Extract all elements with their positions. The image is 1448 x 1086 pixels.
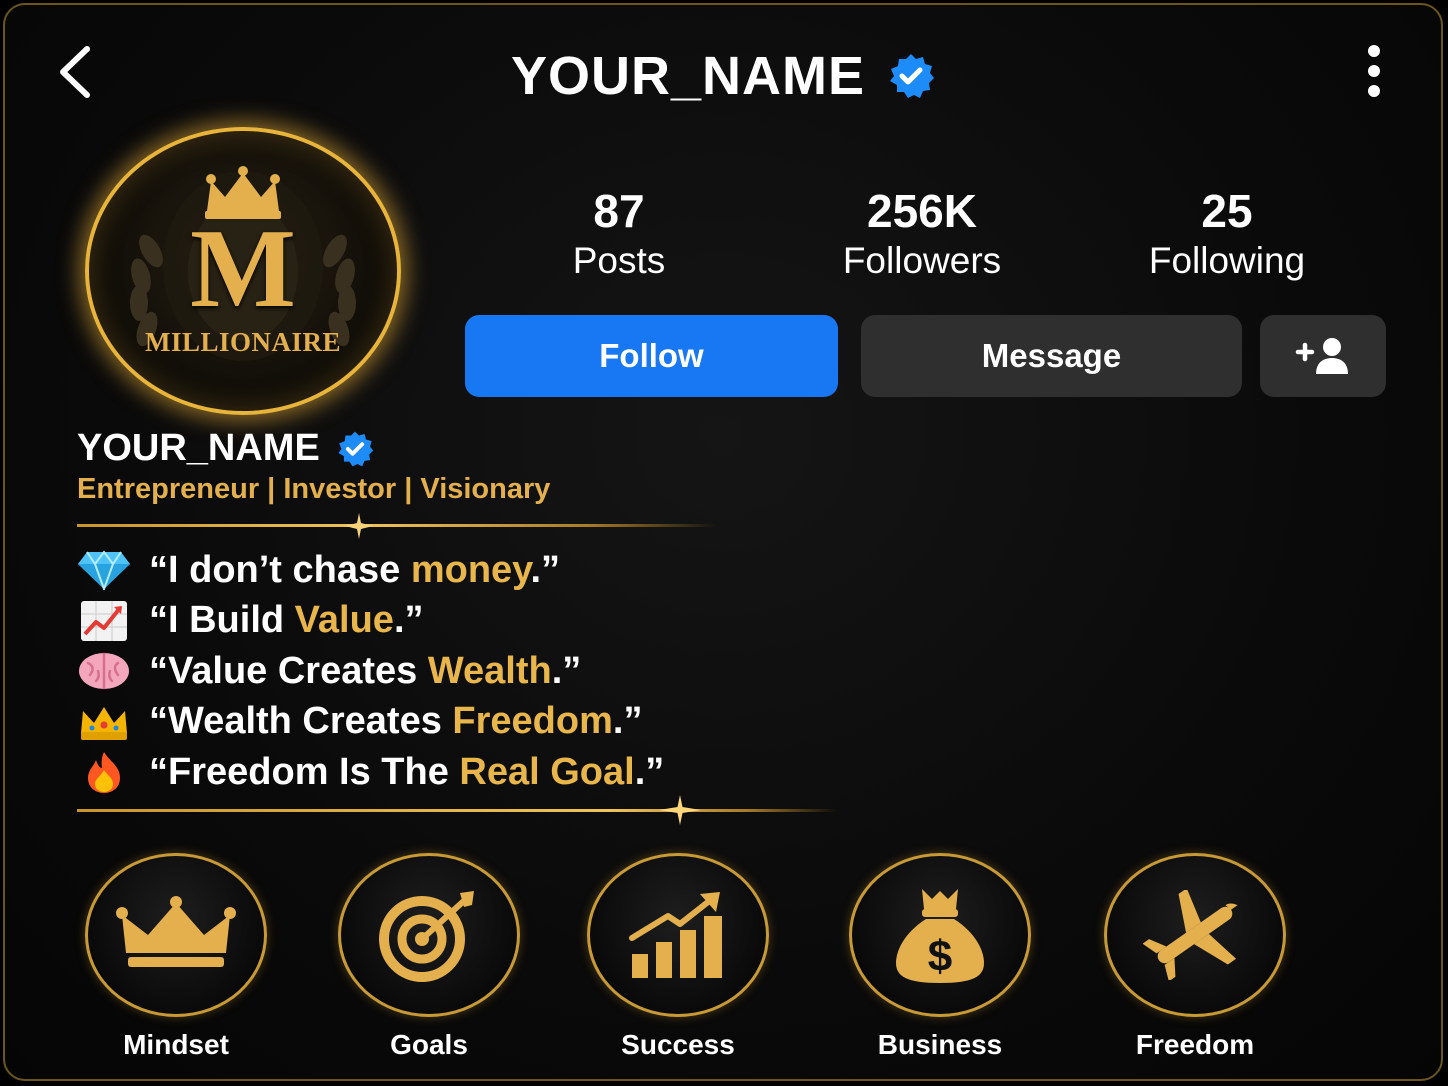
avatar-wordmark: MILLIONAIRE [144,327,342,357]
bio-text-end: .” [551,649,582,692]
profile-screen: YOUR_NAME M MILLIONAIRE 87 Posts 256K Fo… [3,3,1443,1081]
highlight-circle [587,853,769,1017]
stat-following[interactable]: 25 Following [1097,183,1357,283]
stat-followers-value: 256K [867,185,977,237]
highlight-label: Success [621,1029,735,1060]
highlight-success[interactable]: Success [585,853,771,1061]
profile-name-row: YOUR_NAME [77,427,374,470]
sparkle-icon [659,795,701,825]
verified-badge-icon [890,54,935,98]
bio-highlight: Freedom [452,700,613,743]
highlight-label: Goals [390,1029,468,1060]
bio-line: “I don’t chase money.” [77,545,664,596]
bio-line: “I Build Value.” [77,596,664,647]
svg-text:$: $ [928,932,952,981]
bio-text: “Freedom Is The [149,750,460,793]
bio: “I don’t chase money.” “I Build Value.” [77,545,664,798]
highlight-label: Mindset [123,1029,229,1060]
page-title: YOUR_NAME [510,46,866,106]
highlight-mindset[interactable]: Mindset [83,853,269,1061]
stat-posts[interactable]: 87 Posts [489,183,749,283]
profile-name: YOUR_NAME [77,427,320,469]
growth-chart-icon [629,892,722,978]
bio-line: “Value Creates Wealth.” [77,646,664,697]
bio-text: “Value Creates [149,649,428,692]
bio-text-end: .” [393,599,424,642]
bio-text-end: .” [612,700,643,743]
highlight-freedom[interactable]: Freedom [1102,853,1288,1061]
highlight-circle [1104,853,1286,1017]
header: YOUR_NAME [5,45,1441,107]
highlight-circle [338,853,520,1017]
stat-followers[interactable]: 256K Followers [792,183,1052,283]
avatar-monogram: M [190,207,296,331]
bio-highlight: money [410,548,531,591]
bio-highlight: Real Goal [459,750,635,793]
bio-text: “I Build [149,599,295,642]
bio-text-end: .” [530,548,561,591]
sparkle-icon [345,513,373,539]
highlight-business[interactable]: $ Business [847,853,1033,1061]
stat-posts-label: Posts [572,240,666,281]
airplane-icon [1143,890,1238,980]
chart-increasing-icon [77,599,131,643]
avatar[interactable]: M MILLIONAIRE [85,127,401,415]
fire-icon [77,750,131,794]
message-button[interactable]: Message [861,315,1242,397]
vertical-dots-icon [1368,45,1380,97]
bio-line: “Freedom Is The Real Goal.” [77,747,664,798]
add-friend-button[interactable] [1260,315,1386,397]
bio-highlight: Value [294,599,394,642]
stat-following-label: Following [1148,240,1306,281]
crown-icon [77,700,131,744]
brain-icon [77,649,131,693]
highlight-circle: $ [849,853,1031,1017]
bio-text: “I don’t chase [149,548,411,591]
highlight-goals[interactable]: Goals [336,853,522,1061]
target-icon [379,891,474,982]
stat-followers-label: Followers [842,240,1002,281]
profile-tagline: Entrepreneur | Investor | Visionary [77,473,551,505]
bio-text-end: .” [634,750,665,793]
verified-badge-icon [338,431,374,466]
stat-posts-value: 87 [593,185,645,237]
bio-line: “Wealth Creates Freedom.” [77,697,664,748]
add-user-icon [1295,338,1348,374]
highlight-circle [85,853,267,1017]
follow-button[interactable]: Follow [465,315,838,397]
gold-divider [77,524,717,527]
money-bag-icon: $ [896,889,984,983]
gem-icon [77,548,131,592]
crown-icon [116,896,236,967]
gold-divider [77,809,837,812]
highlight-label: Freedom [1135,1029,1255,1060]
bio-text: “Wealth Creates [149,700,453,743]
stat-following-value: 25 [1201,185,1253,237]
bio-highlight: Wealth [427,649,552,692]
highlight-label: Business [877,1029,1003,1060]
more-options-button[interactable] [1357,43,1391,103]
